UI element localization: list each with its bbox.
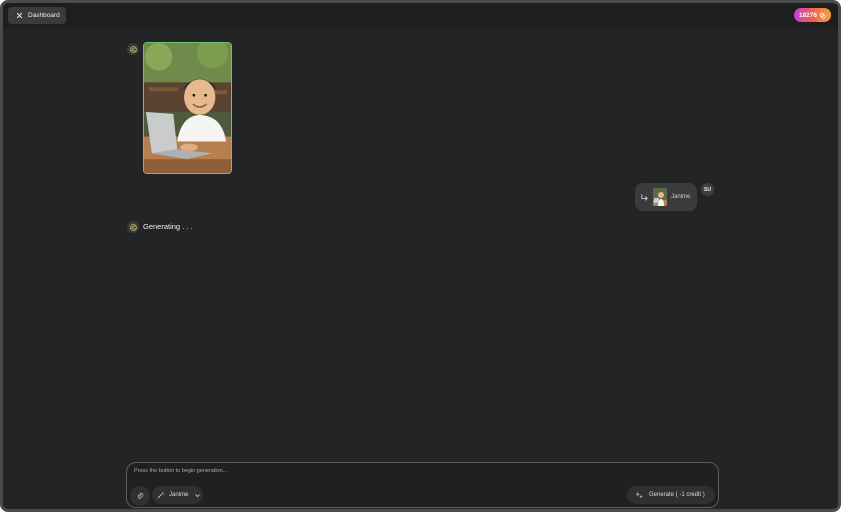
magic-wand-icon (157, 491, 165, 499)
generated-image[interactable] (143, 42, 232, 174)
close-icon (16, 12, 23, 19)
user-avatar: SU (701, 183, 714, 196)
bot-logo-icon (129, 223, 137, 231)
style-name-label: Janime (671, 194, 691, 200)
coins-icon (819, 12, 826, 19)
generate-button[interactable]: Generate ( -1 credit ) (627, 486, 715, 504)
generate-label: Generate ( -1 credit ) (649, 492, 705, 498)
style-selector-label: Janime (169, 492, 189, 498)
bot-avatar (127, 43, 139, 55)
bot-logo-icon (129, 45, 137, 53)
boy-thumbnail-image (653, 188, 667, 206)
reply-arrow-icon (641, 193, 648, 201)
app-window: Dashboard 18276 Janime SU Generating . .… (0, 0, 841, 512)
prompt-text: Press the button to begin generation... (134, 468, 228, 474)
top-bar: Dashboard 18276 (3, 3, 838, 29)
paperclip-icon (137, 492, 144, 500)
dashboard-button[interactable]: Dashboard (8, 7, 66, 24)
credits-count: 18276 (798, 11, 818, 19)
dashboard-label: Dashboard (28, 12, 60, 19)
style-selector[interactable]: Janime (152, 486, 203, 504)
boy-with-laptop-image (144, 43, 231, 173)
sparkle-icon (635, 492, 643, 499)
generating-status: Generating . . . (143, 222, 193, 231)
credits-badge[interactable]: 18276 (794, 8, 831, 22)
attach-button[interactable] (130, 486, 150, 506)
reference-thumbnail[interactable] (653, 188, 667, 206)
bot-avatar-status (127, 221, 139, 233)
user-message-bubble: Janime (635, 183, 697, 211)
chevron-down-icon (195, 493, 200, 497)
composer: Press the button to begin generation... … (126, 462, 719, 508)
